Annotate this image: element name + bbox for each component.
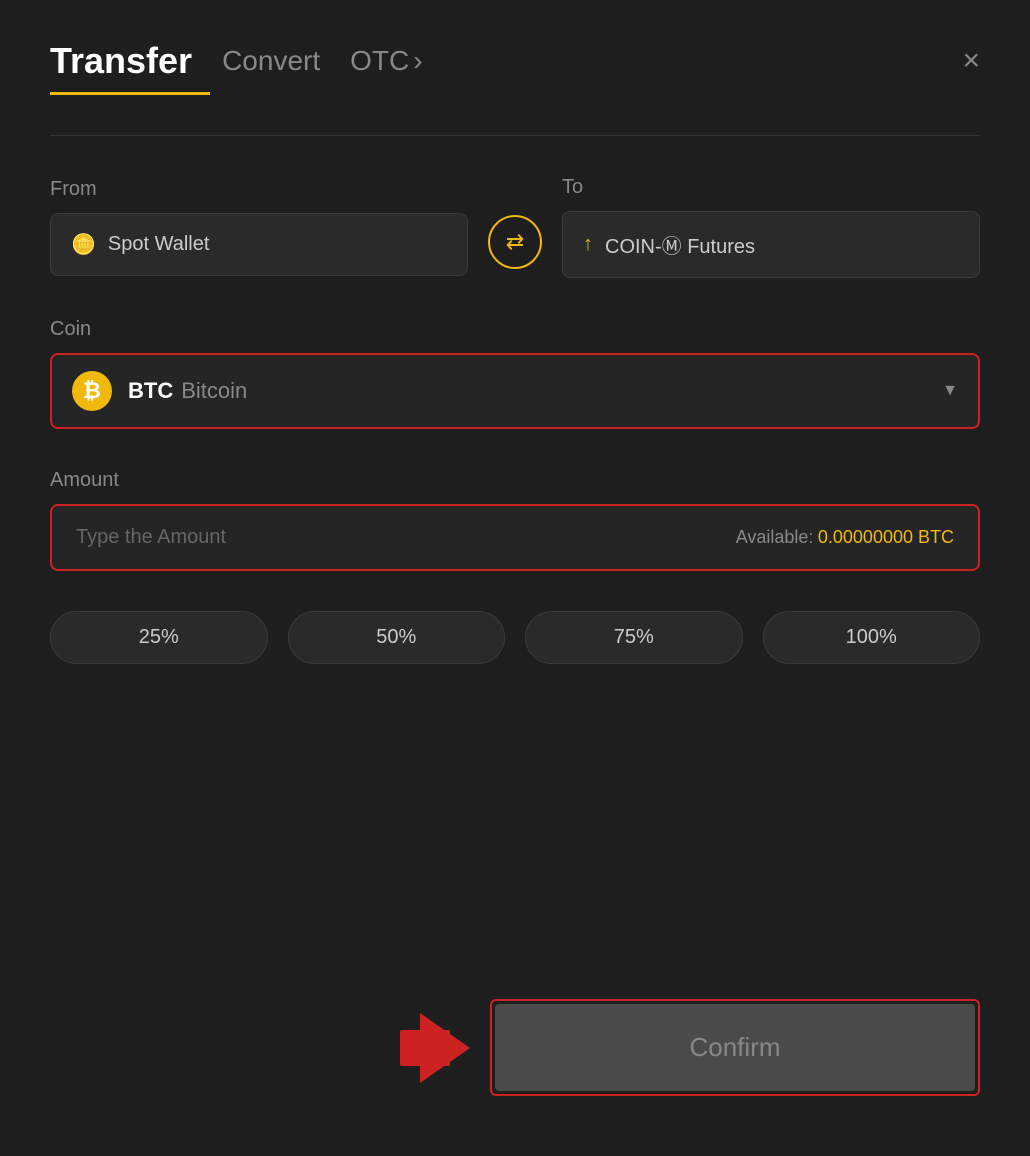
to-label: To bbox=[562, 176, 980, 199]
convert-tab[interactable]: Convert bbox=[222, 45, 320, 77]
swap-icon: ⇄ bbox=[506, 229, 524, 255]
transfer-tab[interactable]: Transfer bbox=[50, 40, 192, 82]
from-wallet-selector[interactable]: 🪙 Spot Wallet bbox=[50, 213, 468, 276]
otc-tab[interactable]: OTC › bbox=[350, 45, 422, 77]
swap-container: ⇄ bbox=[468, 185, 562, 269]
amount-label: Amount bbox=[50, 469, 980, 492]
available-value: 0.00000000 BTC bbox=[818, 527, 954, 547]
amount-input[interactable] bbox=[76, 526, 736, 549]
close-button[interactable]: × bbox=[962, 46, 980, 76]
arrow-icon bbox=[420, 1013, 470, 1083]
pct-50-button[interactable]: 50% bbox=[288, 611, 506, 664]
modal-header: Transfer Convert OTC › × bbox=[50, 40, 980, 82]
active-tab-underline bbox=[50, 92, 210, 95]
amount-section: Amount Available: 0.00000000 BTC bbox=[50, 469, 980, 571]
pct-75-button[interactable]: 75% bbox=[525, 611, 743, 664]
header-divider bbox=[50, 135, 980, 136]
from-wallet-label: Spot Wallet bbox=[108, 233, 210, 256]
wallet-icon: 🪙 bbox=[71, 232, 96, 257]
bottom-section: Confirm bbox=[50, 999, 980, 1096]
arrow-indicator bbox=[420, 1013, 470, 1083]
coin-symbol: BTC bbox=[128, 378, 173, 404]
swap-button[interactable]: ⇄ bbox=[488, 215, 542, 269]
available-label: Available: 0.00000000 BTC bbox=[736, 527, 954, 548]
from-field-group: From 🪙 Spot Wallet bbox=[50, 178, 468, 276]
coin-label: Coin bbox=[50, 318, 980, 341]
transfer-modal: Transfer Convert OTC › × From 🪙 Spot Wal… bbox=[0, 0, 1030, 1156]
to-wallet-selector[interactable]: ↑ COIN-Ⓜ Futures bbox=[562, 211, 980, 278]
futures-icon: ↑ bbox=[583, 233, 593, 256]
confirm-button-wrapper: Confirm bbox=[490, 999, 980, 1096]
amount-box: Available: 0.00000000 BTC bbox=[50, 504, 980, 571]
coin-dropdown[interactable]: ₿ BTC Bitcoin ▼ bbox=[50, 353, 980, 429]
pct-100-button[interactable]: 100% bbox=[763, 611, 981, 664]
pct-25-button[interactable]: 25% bbox=[50, 611, 268, 664]
chevron-down-icon: ▼ bbox=[942, 382, 958, 400]
coin-fullname: Bitcoin bbox=[181, 378, 247, 404]
to-wallet-label: COIN-Ⓜ Futures bbox=[605, 230, 755, 259]
from-label: From bbox=[50, 178, 468, 201]
confirm-button[interactable]: Confirm bbox=[495, 1004, 975, 1091]
from-to-row: From 🪙 Spot Wallet ⇄ To ↑ COIN-Ⓜ Futures bbox=[50, 176, 980, 278]
coin-section: Coin ₿ BTC Bitcoin ▼ bbox=[50, 318, 980, 429]
btc-icon: ₿ bbox=[72, 371, 112, 411]
percentage-row: 25% 50% 75% 100% bbox=[50, 611, 980, 664]
to-field-group: To ↑ COIN-Ⓜ Futures bbox=[562, 176, 980, 278]
